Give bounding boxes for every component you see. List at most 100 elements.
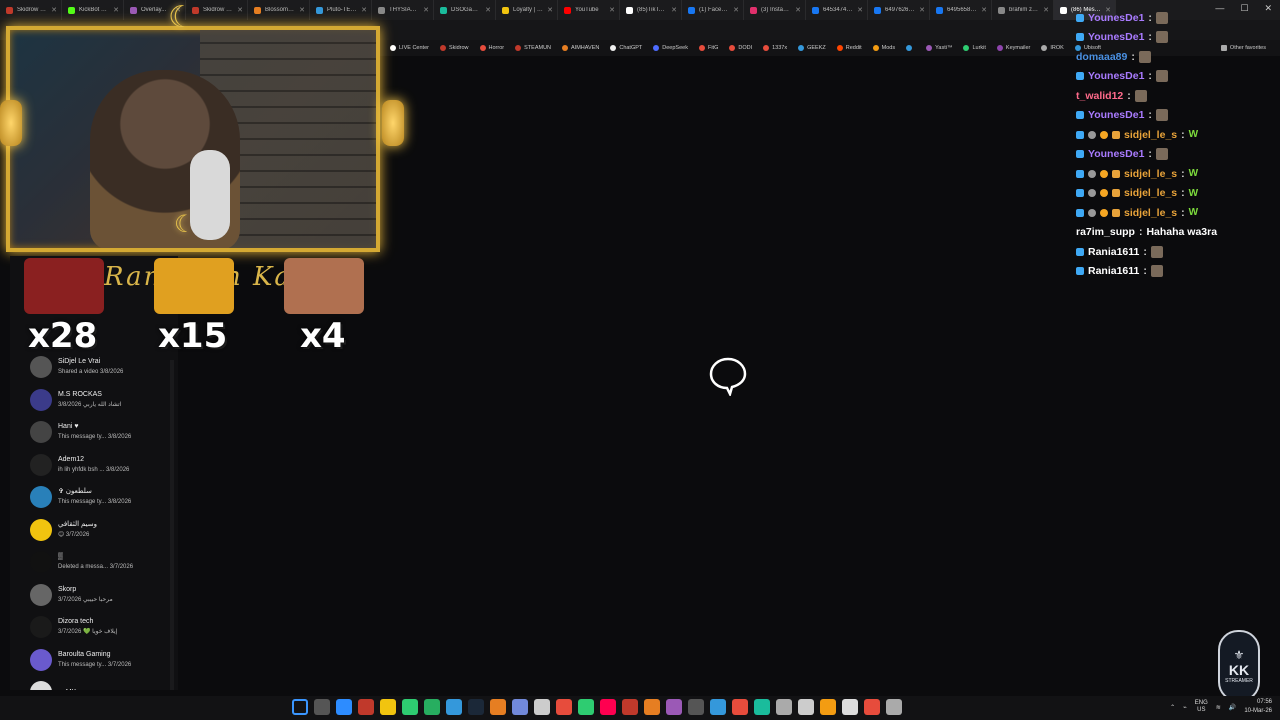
- bookmark-item[interactable]: 1337x: [759, 45, 791, 51]
- chat-username[interactable]: YounesDe1: [1088, 109, 1144, 121]
- taskbar-app-icon[interactable]: [864, 699, 880, 715]
- bookmark-item[interactable]: DODI: [725, 45, 756, 51]
- taskbar-app-icon[interactable]: [402, 699, 418, 715]
- conversation-item[interactable]: Hani ♥ This message ty... 3/8/2026: [30, 417, 170, 447]
- taskbar-app-icon[interactable]: [600, 699, 616, 715]
- taskbar-app-icon[interactable]: [776, 699, 792, 715]
- chat-username[interactable]: YounesDe1: [1088, 70, 1144, 82]
- conversation-item[interactable]: Dizora tech إيلاف خويا 💚 3/7/2026: [30, 612, 170, 642]
- browser-tab[interactable]: KickBot TTS... ✕: [62, 0, 124, 20]
- chat-username[interactable]: t_walid12: [1076, 90, 1123, 102]
- chat-username[interactable]: sidjel_le_s: [1124, 187, 1177, 199]
- browser-tab[interactable]: THYSIASTE... ✕: [372, 0, 434, 20]
- conversation-item[interactable]: وسيم الثقافي 😊 3/7/2026: [30, 515, 170, 545]
- taskbar-app-icon[interactable]: [556, 699, 572, 715]
- bookmark-item[interactable]: DeepSeek: [649, 45, 692, 51]
- browser-tab[interactable]: YouTube ✕: [558, 0, 620, 20]
- chat-username[interactable]: domaaa89: [1076, 51, 1127, 63]
- taskbar-app-icon[interactable]: [688, 699, 704, 715]
- bookmark-item[interactable]: FitG: [695, 45, 722, 51]
- close-icon[interactable]: ✕: [113, 6, 119, 14]
- start-icon[interactable]: [292, 699, 308, 715]
- bookmark-item[interactable]: Horror: [476, 45, 509, 51]
- close-icon[interactable]: ✕: [795, 6, 801, 14]
- taskbar-app-icon[interactable]: [842, 699, 858, 715]
- taskbar-app-icon[interactable]: [886, 699, 902, 715]
- wifi-icon[interactable]: ≋: [1216, 704, 1221, 711]
- conversation-item[interactable]: Adem12 ih lih yhfdk bsh ... 3/8/2026: [30, 450, 170, 480]
- conversation-item[interactable]: Skorp مرحبا حبيبي 3/7/2026: [30, 580, 170, 610]
- browser-tab[interactable]: (1) Facebook ✕: [682, 0, 744, 20]
- browser-tab[interactable]: DSOGaming... ✕: [434, 0, 496, 20]
- taskbar-app-icon[interactable]: [578, 699, 594, 715]
- bookmark-item[interactable]: [902, 45, 919, 51]
- bookmark-item[interactable]: AIMHAVEN: [558, 45, 603, 51]
- search-icon[interactable]: [314, 699, 330, 715]
- conversation-item[interactable]: M.S ROCKAS اتشاد الله ياربي 3/8/2026: [30, 385, 170, 415]
- taskbar-app-icon[interactable]: [446, 699, 462, 715]
- language-indicator[interactable]: ENG US: [1195, 700, 1208, 714]
- taskbar-app-icon[interactable]: [424, 699, 440, 715]
- bookmark-item[interactable]: IROK: [1037, 45, 1067, 51]
- taskbar-app-icon[interactable]: [534, 699, 550, 715]
- close-icon[interactable]: ✕: [981, 6, 987, 14]
- taskbar-app-icon[interactable]: [754, 699, 770, 715]
- bookmark-item[interactable]: ChatGPT: [606, 45, 646, 51]
- taskbar-app-icon[interactable]: [820, 699, 836, 715]
- taskbar-app-icon[interactable]: [358, 699, 374, 715]
- browser-tab[interactable]: Pluto-TENO ✕: [310, 0, 372, 20]
- close-icon[interactable]: ✕: [423, 6, 429, 14]
- browser-tab[interactable]: 645347408...✕: [806, 0, 868, 20]
- chat-username[interactable]: YounesDe1: [1088, 12, 1144, 24]
- browser-tab[interactable]: 649762640...✕: [868, 0, 930, 20]
- conversation-item[interactable]: euMKeu: [30, 677, 170, 690]
- close-icon[interactable]: ✕: [1043, 6, 1049, 14]
- browser-tab[interactable]: Blossom Tr... ✕: [248, 0, 310, 20]
- taskbar-app-icon[interactable]: [512, 699, 528, 715]
- bookmark-item[interactable]: Skidrow: [436, 45, 473, 51]
- network-icon[interactable]: ⌁: [1183, 704, 1187, 711]
- taskbar-app-icon[interactable]: [468, 699, 484, 715]
- volume-icon[interactable]: 🔊: [1229, 704, 1236, 711]
- chat-username[interactable]: Rania1611: [1088, 246, 1139, 258]
- conversation-item[interactable]: Baroulta Gaming This message ty... 3/7/20…: [30, 645, 170, 675]
- browser-tab[interactable]: brahim zel... ✕: [992, 0, 1054, 20]
- close-icon[interactable]: ✕: [857, 6, 863, 14]
- chat-username[interactable]: YounesDe1: [1088, 31, 1144, 43]
- taskbar-app-icon[interactable]: [710, 699, 726, 715]
- browser-tab[interactable]: 649565869...✕: [930, 0, 992, 20]
- close-icon[interactable]: ✕: [485, 6, 491, 14]
- browser-tab[interactable]: (3) Instagram ✕: [744, 0, 806, 20]
- taskbar-app-icon[interactable]: [622, 699, 638, 715]
- conversation-item[interactable]: SiDjel Le Vrai Shared a video 3/8/2026: [30, 352, 170, 382]
- chat-username[interactable]: sidjel_le_s: [1124, 207, 1177, 219]
- close-icon[interactable]: ✕: [547, 6, 553, 14]
- clock[interactable]: 07:56 10-Mar-26: [1244, 698, 1272, 716]
- close-icon[interactable]: ✕: [237, 6, 243, 14]
- bookmark-item[interactable]: STEAMUN: [511, 45, 555, 51]
- bookmark-item[interactable]: Lurkit: [959, 45, 989, 51]
- chat-username[interactable]: YounesDe1: [1088, 148, 1144, 160]
- close-icon[interactable]: ✕: [919, 6, 925, 14]
- taskbar-app-icon[interactable]: [798, 699, 814, 715]
- bookmark-item[interactable]: Keymailer: [993, 45, 1034, 51]
- taskbar-app-icon[interactable]: [666, 699, 682, 715]
- bookmark-item[interactable]: Mods: [869, 45, 899, 51]
- taskbar-app-icon[interactable]: [490, 699, 506, 715]
- browser-tab[interactable]: (85)TikTok - ✕: [620, 0, 682, 20]
- close-icon[interactable]: ✕: [609, 6, 615, 14]
- chat-username[interactable]: sidjel_le_s: [1124, 129, 1177, 141]
- close-icon[interactable]: ✕: [299, 6, 305, 14]
- close-icon[interactable]: ✕: [361, 6, 367, 14]
- scrollbar[interactable]: [170, 360, 174, 690]
- chat-username[interactable]: sidjel_le_s: [1124, 168, 1177, 180]
- bookmark-item[interactable]: Yasti™: [922, 45, 956, 51]
- close-icon[interactable]: ✕: [671, 6, 677, 14]
- conversation-item[interactable]: ✞ سلطعون This message ty... 3/8/2026: [30, 482, 170, 512]
- taskbar-app-icon[interactable]: [336, 699, 352, 715]
- close-icon[interactable]: ✕: [51, 6, 57, 14]
- close-icon[interactable]: ✕: [733, 6, 739, 14]
- bookmark-item[interactable]: LIVE Center: [386, 45, 433, 51]
- bookmark-item[interactable]: Reddit: [833, 45, 866, 51]
- taskbar-app-icon[interactable]: [732, 699, 748, 715]
